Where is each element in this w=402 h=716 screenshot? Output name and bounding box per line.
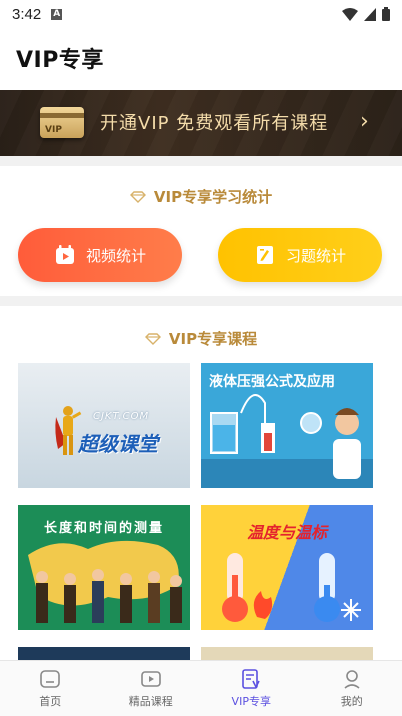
video-stats-label: 视频统计 <box>85 246 146 265</box>
exercise-stats-label: 习题统计 <box>285 246 346 265</box>
course-logo-text: 超级课堂 <box>78 432 158 456</box>
home-icon <box>40 670 61 688</box>
diamond-icon <box>129 190 146 203</box>
courses-title-label: VIP专享课程 <box>168 330 258 348</box>
tab-vip[interactable]: VIP专享 <box>201 661 302 716</box>
status-time: 3:42 <box>12 5 42 23</box>
stats-section-title: VIP专享学习统计 <box>0 186 402 207</box>
course-url-text: CJKT.COM <box>93 411 150 422</box>
status-icons <box>342 7 390 21</box>
chevron-right-icon: › <box>360 109 369 134</box>
tab-home[interactable]: 首页 <box>0 661 101 716</box>
course-card-temperature[interactable]: 温度与温标 <box>201 505 373 630</box>
divider <box>0 156 402 166</box>
tab-home-label: 首页 <box>39 695 62 708</box>
course-card-super-classroom[interactable]: CJKT.COM 超级课堂 <box>18 363 190 488</box>
tab-courses-label: 精品课程 <box>128 695 173 708</box>
app-header: VIP专享 <box>0 28 402 88</box>
vip-card-icon: VIP <box>40 107 84 138</box>
signal-icon <box>364 7 376 21</box>
course-title: 长度和时间的测量 <box>43 521 164 536</box>
video-icon <box>140 671 161 687</box>
video-stats-button[interactable]: 视频统计 <box>18 228 182 282</box>
tab-profile-label: 我的 <box>340 695 363 708</box>
course-card-liquid-pressure[interactable]: 液体压强公式及应用 <box>201 363 373 488</box>
divider <box>0 296 402 306</box>
banner-text: 开通VIP 免费观看所有课程 <box>100 113 329 134</box>
tab-vip-label: VIP专享 <box>231 695 271 708</box>
thermometer-illustration-icon <box>222 553 361 622</box>
video-calendar-icon <box>55 245 74 264</box>
tab-courses[interactable]: 精品课程 <box>101 661 202 716</box>
wifi-icon <box>342 7 358 21</box>
course-card-measurement[interactable]: 长度和时间的测量 <box>18 505 190 630</box>
profile-icon <box>344 670 360 689</box>
vip-banner[interactable]: VIP 开通VIP 免费观看所有课程 › <box>0 90 402 156</box>
courses-section-title: VIP专享课程 <box>0 328 402 349</box>
status-bar: 3:42 A <box>0 0 402 28</box>
page-title: VIP专享 <box>16 48 104 73</box>
exercise-stats-button[interactable]: 习题统计 <box>218 228 382 282</box>
lab-illustration-icon <box>201 394 373 488</box>
bottom-tab-bar: 首页 精品课程 VIP专享 我的 <box>0 660 402 716</box>
stats-title-label: VIP专享学习统计 <box>153 188 273 206</box>
vip-card-label: VIP <box>45 125 62 135</box>
exercise-doc-icon <box>256 246 273 264</box>
notification-icon: A <box>51 8 63 20</box>
tab-profile[interactable]: 我的 <box>302 661 402 716</box>
battery-icon <box>382 7 390 21</box>
diamond-icon <box>144 332 161 345</box>
vip-doc-icon <box>242 669 260 689</box>
